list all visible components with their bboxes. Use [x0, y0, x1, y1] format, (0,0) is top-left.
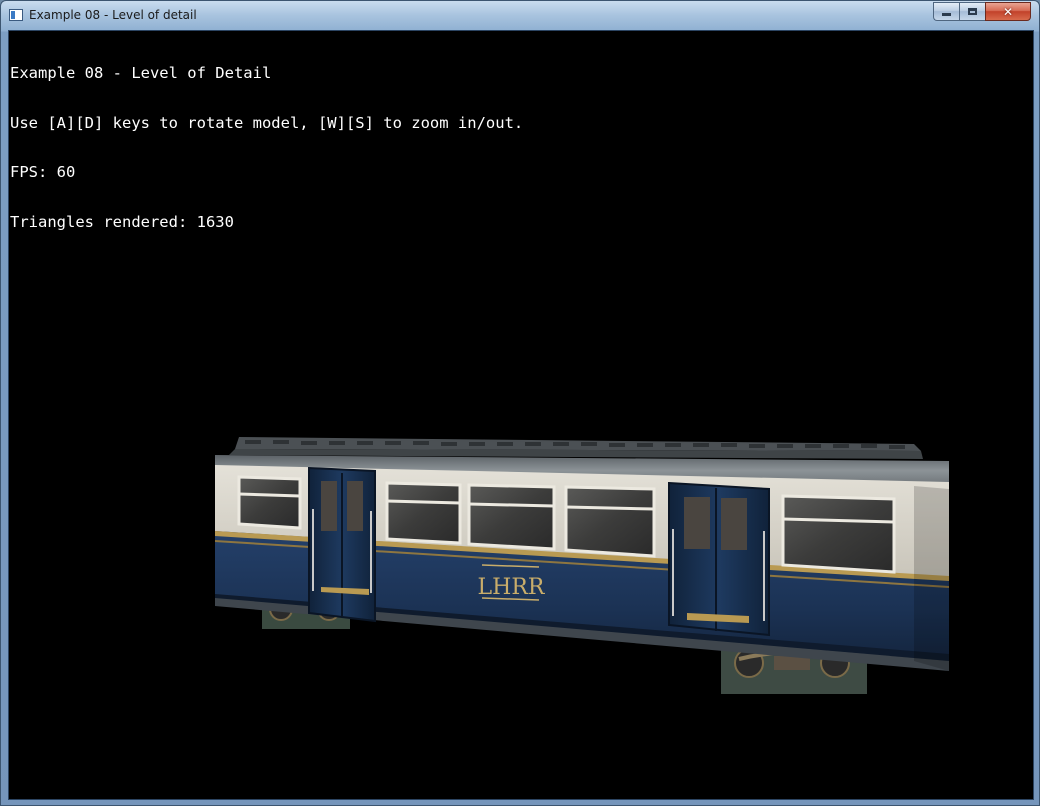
front-door [308, 466, 376, 623]
title-bar[interactable]: Example 08 - Level of detail ✕ [1, 1, 1039, 31]
close-button[interactable]: ✕ [985, 2, 1031, 21]
maximize-icon [968, 8, 977, 15]
close-icon: ✕ [1002, 4, 1014, 19]
controls-hint-text: Use [A][D] keys to rotate model, [W][S] … [10, 113, 524, 132]
caption-buttons: ✕ [933, 2, 1031, 21]
render-viewport[interactable]: LHRR Example 08 - Level of Detail Use [A… [8, 30, 1034, 800]
minimize-icon [942, 13, 951, 16]
triangles-readout: Triangles rendered: 1630 [10, 212, 234, 231]
logo-text: LHRR [478, 575, 546, 600]
example-title-text: Example 08 - Level of Detail [10, 64, 272, 82]
rear-door [668, 481, 770, 637]
app-window-icon[interactable] [9, 9, 23, 21]
minimize-button[interactable] [933, 2, 959, 21]
hud-overlay: Example 08 - Level of Detail Use [A][D] … [10, 32, 523, 263]
fps-readout: FPS: 60 [10, 163, 76, 181]
maximize-button[interactable] [959, 2, 985, 21]
application-window: Example 08 - Level of detail ✕ LHRR Exam… [0, 0, 1040, 806]
window-title: Example 08 - Level of detail [29, 8, 197, 22]
